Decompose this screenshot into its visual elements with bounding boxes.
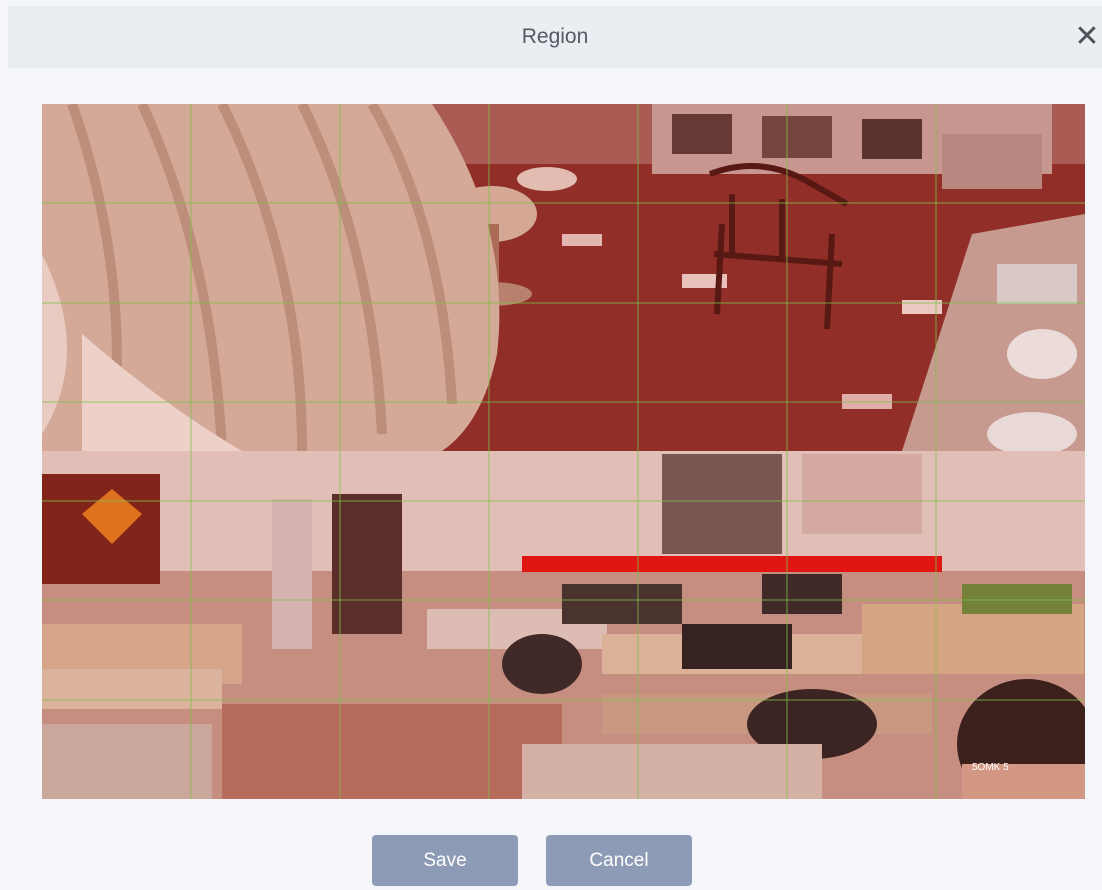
region-dialog: Region ✕ 5OMK 5 Save Cancel xyxy=(0,0,1102,890)
close-icon[interactable]: ✕ xyxy=(1072,19,1102,55)
cancel-button[interactable]: Cancel xyxy=(546,835,692,886)
osd-caption: 5OMK 5 xyxy=(972,762,1009,773)
dialog-header: Region ✕ xyxy=(8,6,1102,68)
camera-preview[interactable]: 5OMK 5 xyxy=(42,104,1085,799)
save-button[interactable]: Save xyxy=(372,835,518,886)
dialog-title: Region xyxy=(521,25,589,48)
camera-image: 5OMK 5 xyxy=(42,104,1085,799)
